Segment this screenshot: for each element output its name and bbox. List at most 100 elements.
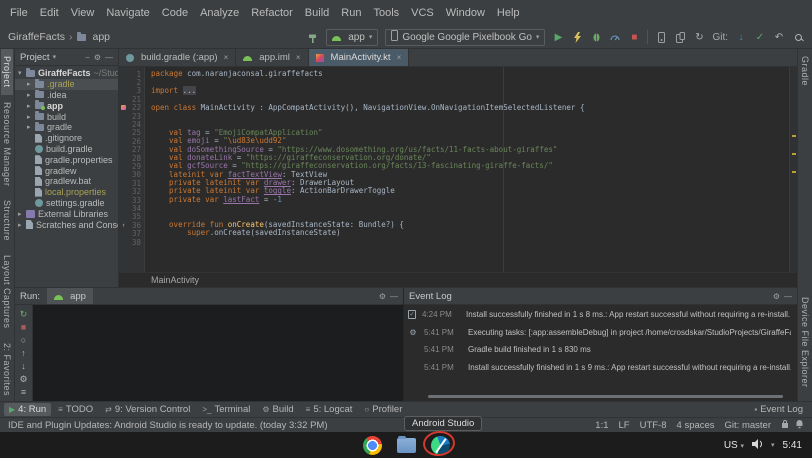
code-line[interactable]: package com.naranjaconsal.giraffefacts — [151, 70, 789, 78]
code-line[interactable]: open class MainActivity : AppCompatActiv… — [151, 104, 789, 112]
run-console[interactable] — [33, 305, 403, 401]
menu-item-navigate[interactable]: Navigate — [100, 5, 155, 21]
tree-item-local-properties[interactable]: local.properties — [15, 187, 118, 198]
tool-window-button-5-logcat[interactable]: ≡5: Logcat — [301, 403, 358, 416]
git-revert-icon[interactable]: ↶ — [773, 30, 785, 44]
run-button[interactable]: ▶ — [552, 30, 564, 44]
code-line[interactable] — [151, 112, 789, 120]
pin-icon[interactable]: ○ — [21, 335, 26, 345]
tree-item-gitignore[interactable]: .gitignore — [15, 133, 118, 144]
editor-tab-mainactivity-kt[interactable]: MainActivity.kt× — [309, 49, 410, 66]
event-log-entry[interactable]: ✓4:24 PMInstall successfully finished in… — [408, 310, 791, 319]
tool-window-button-build[interactable]: ⚙Build — [257, 403, 298, 416]
menu-item-vcs[interactable]: VCS — [405, 5, 440, 21]
settings-icon[interactable]: ⚙ — [773, 292, 780, 301]
code-line[interactable] — [151, 238, 789, 246]
tool-stripe-button-layout-captures[interactable]: Layout Captures — [1, 248, 13, 336]
code-line[interactable] — [151, 78, 789, 86]
menu-item-code[interactable]: Code — [156, 5, 194, 21]
menu-item-view[interactable]: View — [65, 5, 101, 21]
rerun-icon[interactable]: ↻ — [20, 309, 28, 319]
apply-changes-icon[interactable] — [571, 30, 583, 44]
tool-stripe-button-gradle[interactable]: Gradle — [799, 49, 811, 93]
tree-item-scratches-and-consoles[interactable]: ▸Scratches and Consoles — [15, 219, 118, 230]
tool-window-button-9-version-control[interactable]: ⇄9: Version Control — [100, 403, 195, 416]
editor-gutter[interactable]: 123212223242526272829303132333435↑363738 — [119, 67, 145, 272]
hide-panel-icon[interactable]: — — [105, 53, 113, 62]
status-widget-4-spaces[interactable]: 4 spaces — [677, 420, 715, 431]
menu-item-tools[interactable]: Tools — [367, 5, 405, 21]
menu-item-window[interactable]: Window — [440, 5, 491, 21]
horizontal-scrollbar[interactable] — [428, 395, 783, 398]
tool-window-button-event-log[interactable]: ▪Event Log — [749, 403, 808, 416]
menu-item-analyze[interactable]: Analyze — [194, 5, 245, 21]
menu-item-refactor[interactable]: Refactor — [245, 5, 299, 21]
debug-icon[interactable] — [590, 30, 602, 44]
tree-item-settings-gradle[interactable]: settings.gradle — [15, 198, 118, 209]
attach-debugger-icon[interactable] — [655, 30, 667, 44]
tool-stripe-button-device-file-explorer[interactable]: Device File Explorer — [799, 290, 811, 395]
status-widget-utf-8[interactable]: UTF-8 — [640, 420, 667, 431]
taskbar-app-chrome[interactable] — [361, 434, 383, 456]
tree-item-giraffefacts[interactable]: ▾GiraffeFacts~/StudioProjects/GiraffeFac… — [15, 68, 118, 79]
close-tab-icon[interactable]: × — [296, 53, 301, 62]
taskbar-app-files[interactable] — [395, 434, 417, 456]
close-tab-icon[interactable]: × — [224, 53, 229, 62]
tool-window-button-todo[interactable]: ≡TODO — [53, 403, 98, 416]
event-log-entry[interactable]: 5:41 PMGradle build finished in 1 s 830 … — [408, 345, 791, 354]
run-config-select[interactable]: app ▾ — [326, 29, 378, 46]
tool-stripe-button-2-favorites[interactable]: 2: Favorites — [1, 336, 13, 403]
menu-item-run[interactable]: Run — [335, 5, 367, 21]
editor-tab-app-iml[interactable]: app.iml× — [236, 49, 308, 66]
editor-error-stripe[interactable] — [789, 67, 797, 272]
tool-stripe-button-resource-manager[interactable]: Resource Manager — [1, 95, 13, 194]
code-line[interactable]: import ... — [151, 87, 789, 95]
tool-window-button-profiler[interactable]: ○Profiler — [359, 403, 407, 416]
status-widget-lf[interactable]: LF — [619, 420, 630, 431]
notifications-bell-icon[interactable] — [795, 419, 804, 432]
event-log-entry[interactable]: ⚙5:41 PMExecuting tasks: [:app:assembleD… — [408, 328, 791, 337]
profile-icon[interactable] — [609, 30, 621, 44]
settings-icon[interactable]: ⚙ — [379, 292, 386, 301]
stop-icon[interactable]: ■ — [21, 322, 26, 332]
status-message[interactable]: IDE and Plugin Updates: Android Studio i… — [8, 420, 328, 431]
tree-item-gradle[interactable]: ▸.gradle — [15, 79, 118, 90]
code-line[interactable]: super.onCreate(savedInstanceState) — [151, 229, 789, 237]
device-select[interactable]: Google Google Pixelbook Go ▾ — [385, 29, 545, 46]
hide-panel-icon[interactable]: — — [390, 292, 398, 301]
code-line[interactable] — [151, 204, 789, 212]
breadcrumb-module[interactable]: app — [93, 31, 111, 43]
tool-window-button-4-run[interactable]: ▶4: Run — [4, 403, 51, 416]
stop-button[interactable]: ■ — [628, 30, 640, 44]
tool-window-button-terminal[interactable]: >_Terminal — [197, 403, 255, 416]
git-update-icon[interactable]: ↓ — [735, 30, 747, 44]
keyboard-layout-indicator[interactable]: US ▾ — [724, 440, 744, 451]
editor-tab-build-gradle-app[interactable]: build.gradle (:app)× — [119, 49, 236, 66]
tree-item-gradle[interactable]: ▸gradle — [15, 122, 118, 133]
gutter-line[interactable]: 38 — [119, 238, 144, 246]
hide-panel-icon[interactable]: — — [784, 292, 792, 301]
code-area[interactable]: package com.naranjaconsal.giraffefacts im… — [145, 67, 789, 272]
tree-item-external-libraries[interactable]: ▸External Libraries — [15, 208, 118, 219]
device-manager-icon[interactable] — [674, 30, 686, 44]
up-stack-trace-icon[interactable]: ↑ — [21, 348, 26, 358]
status-widget-git-master[interactable]: Git: master — [725, 420, 771, 431]
menu-item-edit[interactable]: Edit — [34, 5, 65, 21]
status-widget-1-1[interactable]: 1:1 — [595, 420, 608, 431]
event-log-entry[interactable]: 5:41 PMInstall successfully finished in … — [408, 363, 791, 372]
menu-item-help[interactable]: Help — [491, 5, 526, 21]
system-menu-chevron-icon[interactable]: ▾ — [771, 441, 775, 449]
collapse-all-icon[interactable]: − — [85, 53, 90, 62]
project-panel-title[interactable]: Project — [20, 52, 50, 63]
tree-item-gradlew[interactable]: gradlew — [15, 165, 118, 176]
tree-item-app[interactable]: ▸app — [15, 100, 118, 111]
sync-gradle-icon[interactable]: ↻ — [693, 30, 705, 44]
volume-icon[interactable] — [752, 439, 763, 452]
tree-item-build[interactable]: ▸build — [15, 111, 118, 122]
code-line[interactable]: private var lastFact = -1 — [151, 196, 789, 204]
settings-icon[interactable]: ⚙ — [19, 374, 27, 384]
git-commit-icon[interactable]: ✓ — [754, 30, 766, 44]
tree-item-gradlew-bat[interactable]: gradlew.bat — [15, 176, 118, 187]
build-hammer-icon[interactable] — [307, 30, 319, 44]
tool-stripe-button-structure[interactable]: Structure — [1, 193, 13, 248]
